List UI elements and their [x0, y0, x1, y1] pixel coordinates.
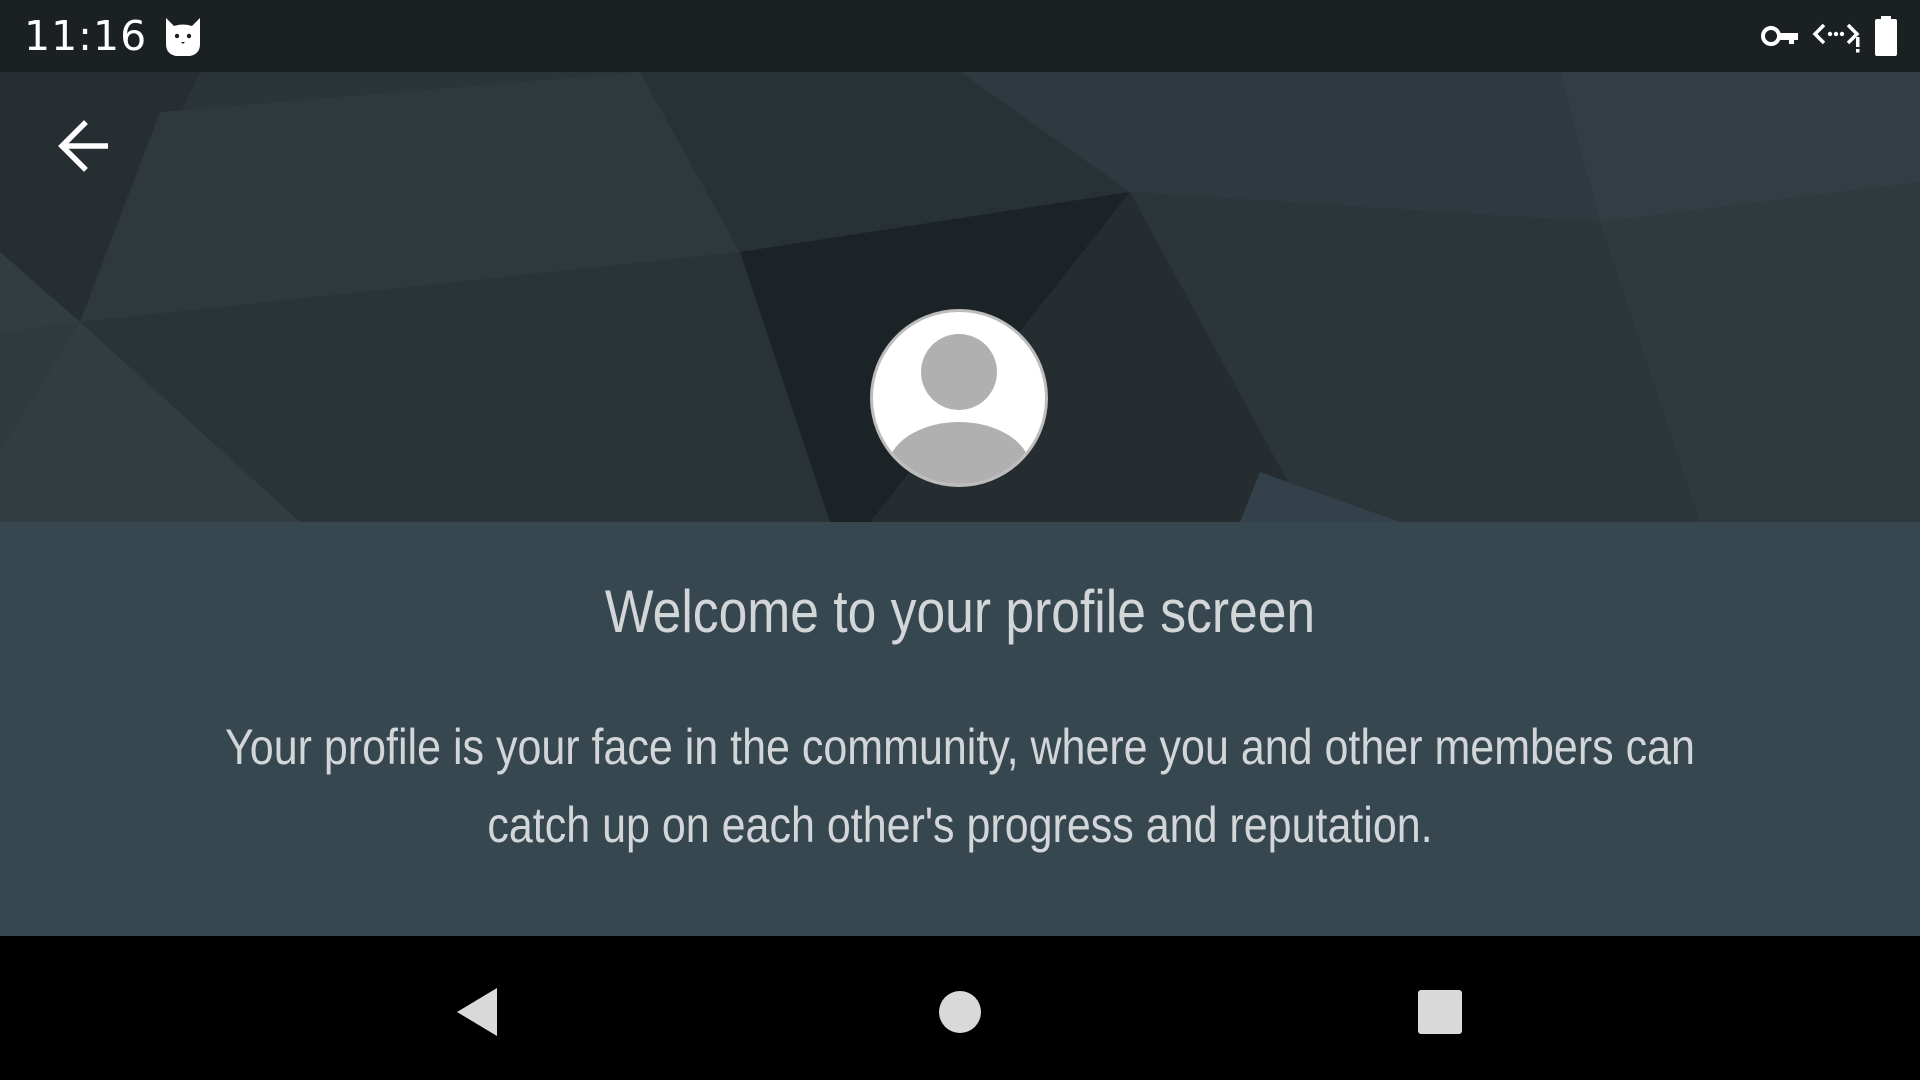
nav-back-icon — [457, 988, 497, 1036]
profile-header — [0, 72, 1920, 522]
welcome-panel: Welcome to your profile screen Your prof… — [0, 522, 1920, 936]
back-button[interactable] — [44, 106, 124, 186]
profile-intro-screen: 11:16 Welcome to your profile screen You… — [0, 0, 1920, 1080]
nav-recents-button[interactable] — [1400, 972, 1480, 1052]
status-icons — [1760, 14, 1898, 58]
arrow-back-icon — [58, 120, 108, 172]
nav-home-button[interactable] — [920, 972, 1000, 1052]
status-time: 11:16 — [24, 12, 148, 60]
avatar[interactable] — [870, 309, 1048, 487]
battery-icon — [1875, 16, 1897, 56]
vpn-key-icon — [1761, 26, 1798, 46]
welcome-title: Welcome to your profile screen — [604, 578, 1316, 645]
data-saver-icon — [1812, 23, 1860, 53]
default-avatar-icon — [887, 334, 1031, 484]
welcome-description: Your profile is your face in the communi… — [225, 719, 1695, 853]
status-bar: 11:16 — [0, 0, 1920, 72]
nav-back-button[interactable] — [437, 972, 517, 1052]
nav-home-icon — [939, 991, 981, 1033]
navigation-bar — [0, 936, 1920, 1080]
nav-recents-icon — [1418, 990, 1462, 1034]
cat-notification-icon — [166, 18, 200, 56]
